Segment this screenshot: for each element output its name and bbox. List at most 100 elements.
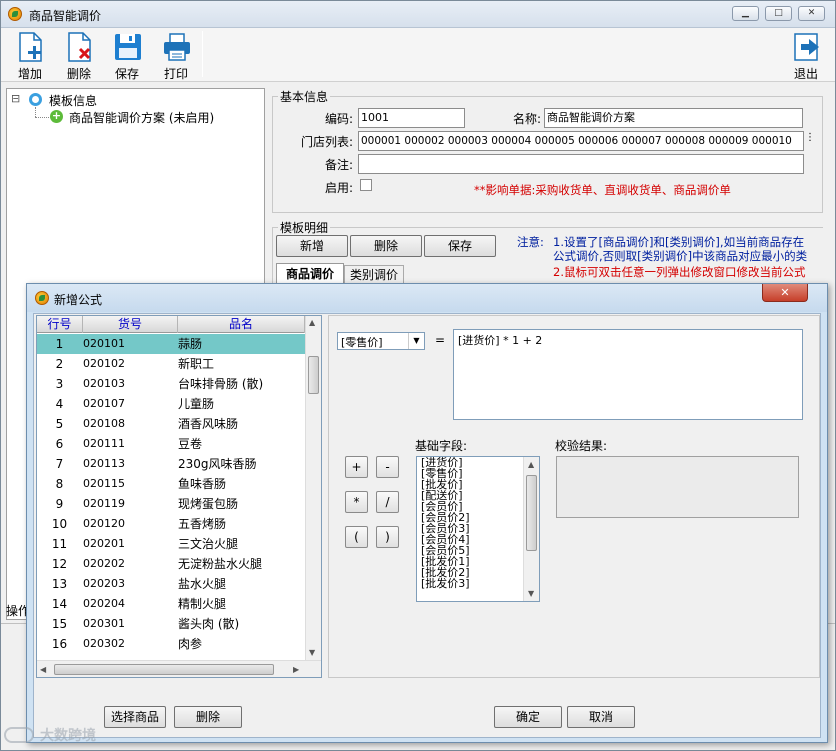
delete-button[interactable]: 删除 <box>56 30 102 81</box>
grid-horizontal-scrollbar[interactable]: ◀ ▶ <box>37 660 321 677</box>
op-open-paren-button[interactable]: ( <box>345 526 368 548</box>
toolbar: 增加 删除 保存 打印 退出 <box>1 28 835 82</box>
exit-button[interactable]: 退出 <box>783 30 829 81</box>
op-close-paren-button[interactable]: ) <box>376 526 399 548</box>
add-button[interactable]: 增加 <box>7 30 53 81</box>
row-number-cell: 8 <box>55 477 64 491</box>
store-list-field[interactable]: 000001 000002 000003 000004 000005 00000… <box>358 131 804 151</box>
row-number-cell: 15 <box>51 617 68 631</box>
tree-root-label[interactable]: 模板信息 <box>49 92 97 109</box>
name-field[interactable]: 商品智能调价方案 <box>544 108 803 128</box>
fields-scroll-thumb[interactable] <box>526 475 537 551</box>
product-name-cell: 酒香风味肠 <box>178 417 239 431</box>
product-code-cell: 020113 <box>83 457 125 470</box>
op-plus-button[interactable]: + <box>345 456 368 478</box>
table-row[interactable]: 13 020203 盐水火腿 <box>37 574 305 594</box>
product-code-cell: 020108 <box>83 417 125 430</box>
grid-header-code[interactable]: 货号 <box>83 316 178 333</box>
product-code-cell: 020119 <box>83 497 125 510</box>
code-field[interactable]: 1001 <box>358 108 465 128</box>
store-list-ellipsis[interactable]: ⋮ <box>805 132 815 143</box>
print-button[interactable]: 打印 <box>153 30 199 81</box>
table-row[interactable]: 8 020115 鱼味香肠 <box>37 474 305 494</box>
scroll-left-arrow[interactable]: ◀ <box>40 665 46 674</box>
select-product-button[interactable]: 选择商品 <box>104 706 166 728</box>
tab-product-pricing[interactable]: 商品调价 <box>276 263 344 285</box>
row-number-cell: 14 <box>51 597 68 611</box>
notice-line-2: 公式调价,否则取[类别调价]中该商品对应最小的类 <box>553 249 808 263</box>
fields-scroll-up[interactable]: ▲ <box>528 460 534 469</box>
enabled-checkbox[interactable] <box>360 179 372 191</box>
table-row[interactable]: 15 020301 酱头肉 (散) <box>37 614 305 634</box>
op-multiply-button[interactable]: * <box>345 491 368 513</box>
cancel-button[interactable]: 取消 <box>567 706 635 728</box>
dialog-body: 行号 货号 品名 1 020101 蒜肠 2 020102 新职工 3 020103 台味排骨肠… <box>33 313 821 738</box>
app-logo-icon <box>8 7 22 21</box>
price-field-select[interactable]: [零售价] ▼ <box>337 332 425 350</box>
table-row[interactable]: 10 020120 五香烤肠 <box>37 514 305 534</box>
watermark-text: 大数跨境 <box>40 728 96 744</box>
scroll-down-arrow[interactable]: ▼ <box>309 648 315 657</box>
detail-new-button[interactable]: 新增 <box>276 235 348 257</box>
formula-textarea[interactable]: [进货价] * 1 + 2 <box>453 329 803 420</box>
product-code-cell: 020302 <box>83 637 125 650</box>
product-name-cell: 儿童肠 <box>178 397 215 411</box>
fields-scrollbar[interactable]: ▲ ▼ <box>523 457 539 601</box>
table-row[interactable]: 14 020204 精制火腿 <box>37 594 305 614</box>
dialog-close-button[interactable]: ✕ <box>762 284 808 302</box>
exit-button-label: 退出 <box>793 67 818 81</box>
root-node-icon <box>29 93 42 106</box>
grid-header-row-no[interactable]: 行号 <box>37 316 83 333</box>
code-label: 编码: <box>324 112 353 126</box>
product-code-cell: 020107 <box>83 397 125 410</box>
table-row[interactable]: 4 020107 儿童肠 <box>37 394 305 414</box>
table-row[interactable]: 1 020101 蒜肠 <box>37 334 305 354</box>
ok-button[interactable]: 确定 <box>494 706 562 728</box>
detail-save-button[interactable]: 保存 <box>424 235 496 257</box>
check-result-box <box>556 456 799 518</box>
maximize-button[interactable]: □ <box>765 6 792 21</box>
close-window-button[interactable]: ✕ <box>798 6 825 21</box>
table-row[interactable]: 3 020103 台味排骨肠 (散) <box>37 374 305 394</box>
tree-line <box>35 117 49 118</box>
scroll-up-arrow[interactable]: ▲ <box>309 318 315 327</box>
watermark-icon <box>4 727 34 743</box>
name-label: 名称: <box>512 112 541 126</box>
chevron-down-icon[interactable]: ▼ <box>408 333 424 349</box>
grid-header-name[interactable]: 品名 <box>178 316 305 333</box>
product-code-cell: 020204 <box>83 597 125 610</box>
op-minus-button[interactable]: - <box>376 456 399 478</box>
product-name-cell: 豆卷 <box>178 437 203 451</box>
table-row[interactable]: 2 020102 新职工 <box>37 354 305 374</box>
tab-category-pricing[interactable]: 类别调价 <box>344 265 404 285</box>
table-row[interactable]: 5 020108 酒香风味肠 <box>37 414 305 434</box>
table-row[interactable]: 11 020201 三文治火腿 <box>37 534 305 554</box>
note-field[interactable] <box>358 154 804 174</box>
grid-vertical-scrollbar[interactable]: ▲ ▼ <box>305 316 321 660</box>
grid-vscroll-thumb[interactable] <box>308 356 319 394</box>
op-divide-button[interactable]: / <box>376 491 399 513</box>
table-row[interactable]: 9 020119 现烤蛋包肠 <box>37 494 305 514</box>
fields-scroll-down[interactable]: ▼ <box>528 589 534 598</box>
tree-line <box>35 107 36 117</box>
base-fields-list[interactable]: [进货价] [零售价] [批发价] [配送价] [会员价] [会员价2] [会员价3] [会员… <box>416 456 540 602</box>
grid-hscroll-thumb[interactable] <box>54 664 274 675</box>
save-button[interactable]: 保存 <box>104 30 150 81</box>
tree-child-label[interactable]: 商品智能调价方案 (未启用) <box>69 109 214 126</box>
product-name-cell: 230g风味香肠 <box>178 457 257 471</box>
product-grid[interactable]: 行号 货号 品名 1 020101 蒜肠 2 020102 新职工 3 020103 台味排骨肠… <box>36 315 322 678</box>
tree-expander-icon[interactable]: ⊟ <box>11 92 20 105</box>
table-row[interactable]: 12 020202 无淀粉盐水火腿 <box>37 554 305 574</box>
product-name-cell: 台味排骨肠 (散) <box>178 377 264 391</box>
product-name-cell: 新职工 <box>178 357 215 371</box>
product-code-cell: 020115 <box>83 477 125 490</box>
dialog-delete-button[interactable]: 删除 <box>174 706 242 728</box>
scroll-right-arrow[interactable]: ▶ <box>293 665 299 674</box>
minimize-button[interactable]: ▁ <box>732 6 759 21</box>
table-row[interactable]: 6 020111 豆卷 <box>37 434 305 454</box>
base-field-item[interactable]: [批发价3] <box>421 578 470 589</box>
detail-delete-button[interactable]: 删除 <box>350 235 422 257</box>
equals-sign: = <box>435 333 446 347</box>
table-row[interactable]: 16 020302 肉参 <box>37 634 305 654</box>
table-row[interactable]: 7 020113 230g风味香肠 <box>37 454 305 474</box>
